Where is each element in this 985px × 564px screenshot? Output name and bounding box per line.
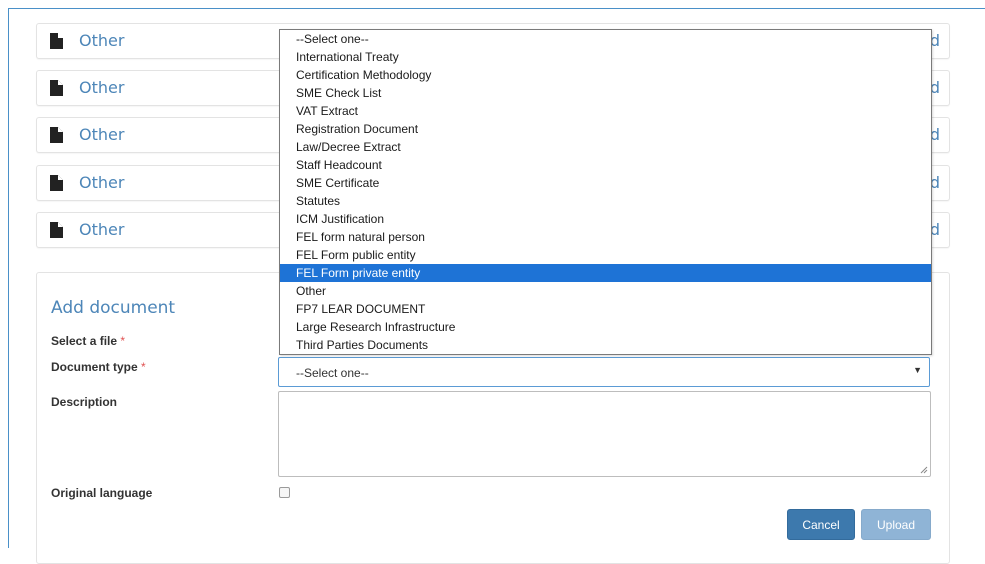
dropdown-option[interactable]: VAT Extract [280,102,931,120]
dropdown-option[interactable]: Large Research Infrastructure [280,318,931,336]
document-type-label: Document type * [51,360,146,374]
description-label: Description [51,395,118,409]
required-mark: * [141,360,146,374]
document-row-title[interactable]: Other [79,78,124,97]
window-border-left [8,8,9,548]
dropdown-option[interactable]: SME Certificate [280,174,931,192]
file-icon [50,33,63,49]
dropdown-option[interactable]: FP7 LEAR DOCUMENT [280,300,931,318]
file-icon [50,127,63,143]
document-type-dropdown-list[interactable]: --Select one-- International Treaty Cert… [279,29,932,355]
document-row-title[interactable]: Other [79,125,124,144]
dropdown-option[interactable]: SME Check List [280,84,931,102]
dropdown-option[interactable]: ICM Justification [280,210,931,228]
dropdown-option[interactable]: Staff Headcount [280,156,931,174]
file-icon [50,80,63,96]
description-textarea[interactable] [278,391,931,477]
resize-grip-icon[interactable] [920,466,928,474]
document-row-title[interactable]: Other [79,173,124,192]
dropdown-option[interactable]: --Select one-- [280,30,931,48]
dropdown-option[interactable]: Registration Document [280,120,931,138]
add-document-title: Add document [51,298,176,318]
dropdown-option[interactable]: Law/Decree Extract [280,138,931,156]
dropdown-option[interactable]: Third Parties Documents [280,336,931,354]
dropdown-option[interactable]: FEL Form public entity [280,246,931,264]
window-border-top [8,8,985,9]
select-file-label: Select a file * [51,334,125,348]
dropdown-option[interactable]: International Treaty [280,48,931,66]
required-mark: * [120,334,126,348]
cancel-button[interactable]: Cancel [787,509,855,540]
original-language-checkbox[interactable] [279,487,290,498]
caret-down-icon: ▼ [913,365,922,375]
dropdown-option[interactable]: FEL form natural person [280,228,931,246]
dropdown-option[interactable]: Other [280,282,931,300]
dropdown-option-highlighted[interactable]: FEL Form private entity [280,264,931,282]
dropdown-option[interactable]: Statutes [280,192,931,210]
file-icon [50,222,63,238]
file-icon [50,175,63,191]
upload-button[interactable]: Upload [861,509,931,540]
document-row-title[interactable]: Other [79,220,124,239]
select-file-label-text: Select a file [51,334,118,348]
document-type-select[interactable]: --Select one-- ▼ [278,357,930,387]
document-row-title[interactable]: Other [79,31,124,50]
document-type-select-value: --Select one-- [296,366,369,380]
original-language-label: Original language [51,486,153,500]
dropdown-option[interactable]: Certification Methodology [280,66,931,84]
document-type-label-text: Document type [51,360,138,374]
